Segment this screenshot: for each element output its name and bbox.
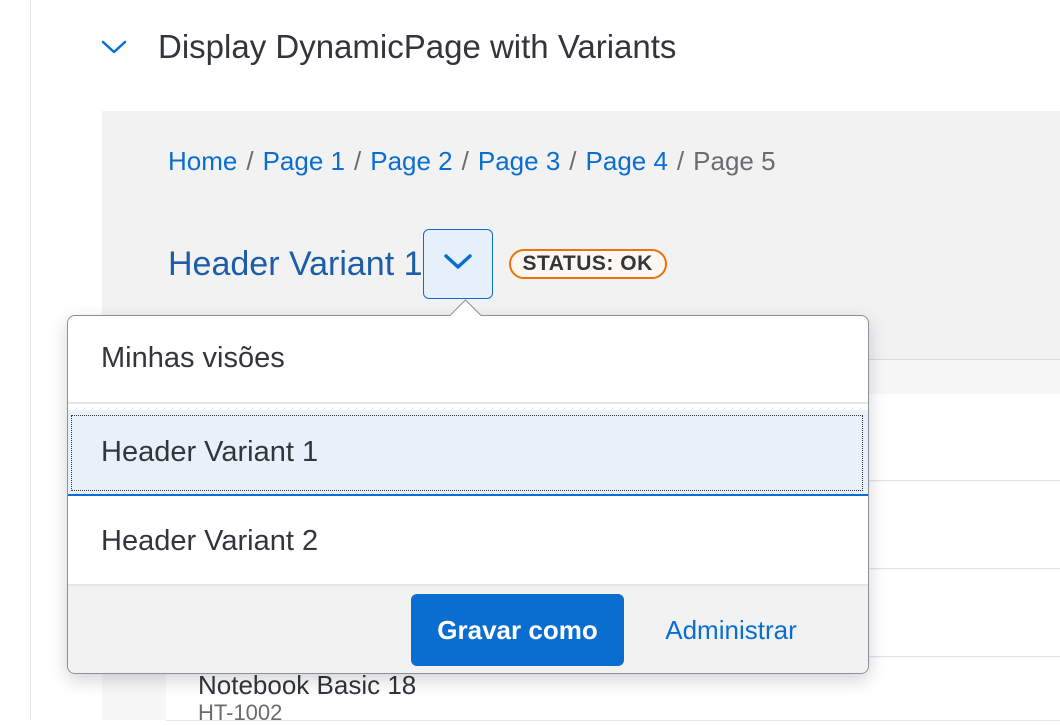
variant-management-popover: Minhas visões Header Variant 1 Header Va…	[67, 299, 869, 674]
save-as-button[interactable]: Gravar como	[411, 594, 624, 666]
product-id: HT-1002	[198, 700, 283, 725]
popover-divider	[68, 402, 868, 404]
variant-item-header-variant-1[interactable]: Header Variant 1	[68, 410, 868, 496]
breadcrumb-separator: /	[676, 146, 685, 176]
section-header[interactable]: Display DynamicPage with Variants	[100, 22, 676, 72]
status-badge: STATUS: OK	[508, 249, 667, 279]
chevron-down-icon	[443, 253, 473, 276]
breadcrumb: Home / Page 1 / Page 2 / Page 3 / Page 4…	[168, 146, 776, 177]
variant-item-label: Header Variant 1	[101, 435, 319, 468]
variant-title-row: Header Variant 1 STATUS: OK	[168, 229, 667, 299]
popover-footer: Gravar como Administrar	[68, 586, 868, 673]
product-name: Notebook Basic 18	[198, 670, 417, 700]
breadcrumb-separator: /	[461, 146, 469, 176]
breadcrumb-link-page-2[interactable]: Page 2	[370, 146, 452, 177]
breadcrumb-current: Page 5	[693, 146, 776, 176]
manage-button[interactable]: Administrar	[648, 594, 814, 666]
variant-item-label: Header Variant 2	[101, 524, 319, 557]
section-title: Display DynamicPage with Variants	[158, 28, 677, 65]
breadcrumb-separator: /	[246, 146, 254, 176]
breadcrumb-link-home[interactable]: Home	[168, 146, 237, 177]
breadcrumb-separator: /	[569, 146, 577, 176]
popover-title: Minhas visões	[101, 342, 285, 374]
variant-title[interactable]: Header Variant 1	[168, 245, 423, 284]
variant-item-header-variant-2[interactable]: Header Variant 2	[68, 498, 868, 584]
left-border	[0, 0, 31, 720]
chevron-down-icon[interactable]	[100, 33, 128, 61]
breadcrumb-separator: /	[354, 146, 362, 176]
breadcrumb-link-page-4[interactable]: Page 4	[586, 146, 668, 177]
breadcrumb-link-page-1[interactable]: Page 1	[263, 146, 345, 177]
variant-dropdown-button[interactable]	[422, 229, 493, 299]
breadcrumb-link-page-3[interactable]: Page 3	[478, 146, 560, 177]
